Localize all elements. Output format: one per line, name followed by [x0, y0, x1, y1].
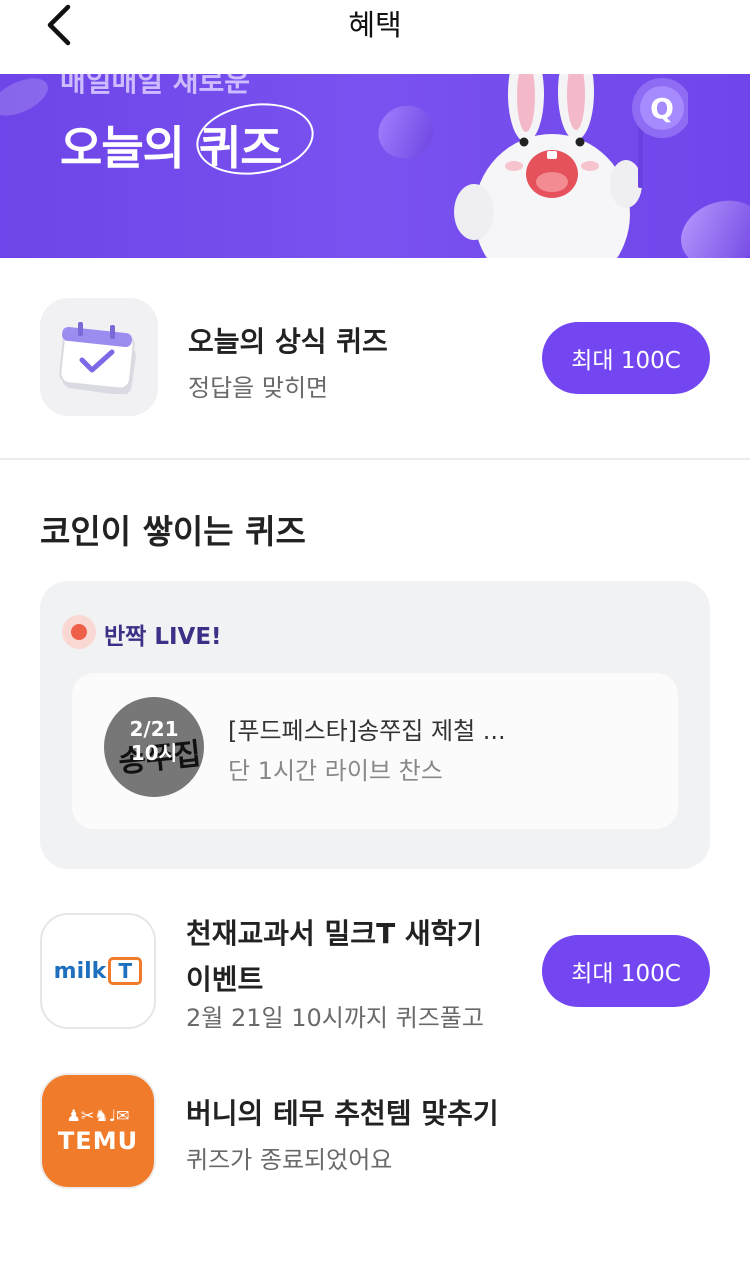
- q-badge-letter: Q: [650, 92, 674, 125]
- temu-logo: ♟✂♞♩✉ TEMU: [40, 1073, 156, 1189]
- daily-quiz-title: 오늘의 상식 퀴즈: [188, 325, 388, 358]
- calendar-tile: [40, 298, 158, 416]
- live-item-title: [푸드페스타]송쭈집 제철 ...: [228, 717, 506, 745]
- milkT-reward-button[interactable]: 최대 100C: [542, 935, 710, 1007]
- banner-subtitle: 매일매일 새로운: [60, 74, 251, 98]
- live-card: 반짝 LIVE! 송쭈집 2/21 10시 [푸드페스타]송쭈집 제철 ... …: [40, 581, 710, 869]
- quiz-item-subtitle: 퀴즈가 종료되었어요: [186, 1146, 393, 1174]
- bunny-mascot-icon: Q: [454, 74, 688, 258]
- daily-quiz-row[interactable]: 오늘의 상식 퀴즈 정답을 맞히면 최대 100C: [0, 258, 750, 460]
- page-title: 혜택: [348, 8, 402, 42]
- quiz-item-title[interactable]: 버니의 테무 추천템 맞추기: [186, 1092, 499, 1132]
- coin-decoration: [0, 74, 54, 124]
- live-thumbnail: 송쭈집 2/21 10시: [104, 697, 204, 797]
- live-dot-icon: [62, 615, 96, 649]
- top-nav-bar: 혜택: [0, 0, 750, 74]
- coin-decoration: [369, 96, 443, 168]
- thumbnail-datetime: 2/21 10시: [129, 717, 179, 765]
- section-title: 코인이 쌓이는 퀴즈: [40, 512, 306, 551]
- quiz-item-title[interactable]: 천재교과서 밀크T 새학기 이벤트: [186, 912, 482, 998]
- daily-quiz-subtitle: 정답을 맞히면: [188, 374, 329, 402]
- temu-logo-icons: ♟✂♞♩✉: [66, 1106, 130, 1125]
- quiz-item-subtitle: 2월 21일 10시까지 퀴즈풀고: [186, 1004, 484, 1032]
- milkT-logo: milk T: [40, 913, 156, 1029]
- calendar-check-icon: [59, 322, 136, 394]
- quiz-banner[interactable]: 매일매일 새로운 오늘의 퀴즈 Q: [0, 74, 750, 258]
- live-item[interactable]: 송쭈집 2/21 10시 [푸드페스타]송쭈집 제철 ... 단 1시간 라이브…: [72, 673, 678, 829]
- live-item-subtitle: 단 1시간 라이브 찬스: [228, 757, 443, 785]
- live-badge-label: 반짝 LIVE!: [104, 624, 222, 650]
- daily-quiz-reward-button[interactable]: 최대 100C: [542, 322, 710, 394]
